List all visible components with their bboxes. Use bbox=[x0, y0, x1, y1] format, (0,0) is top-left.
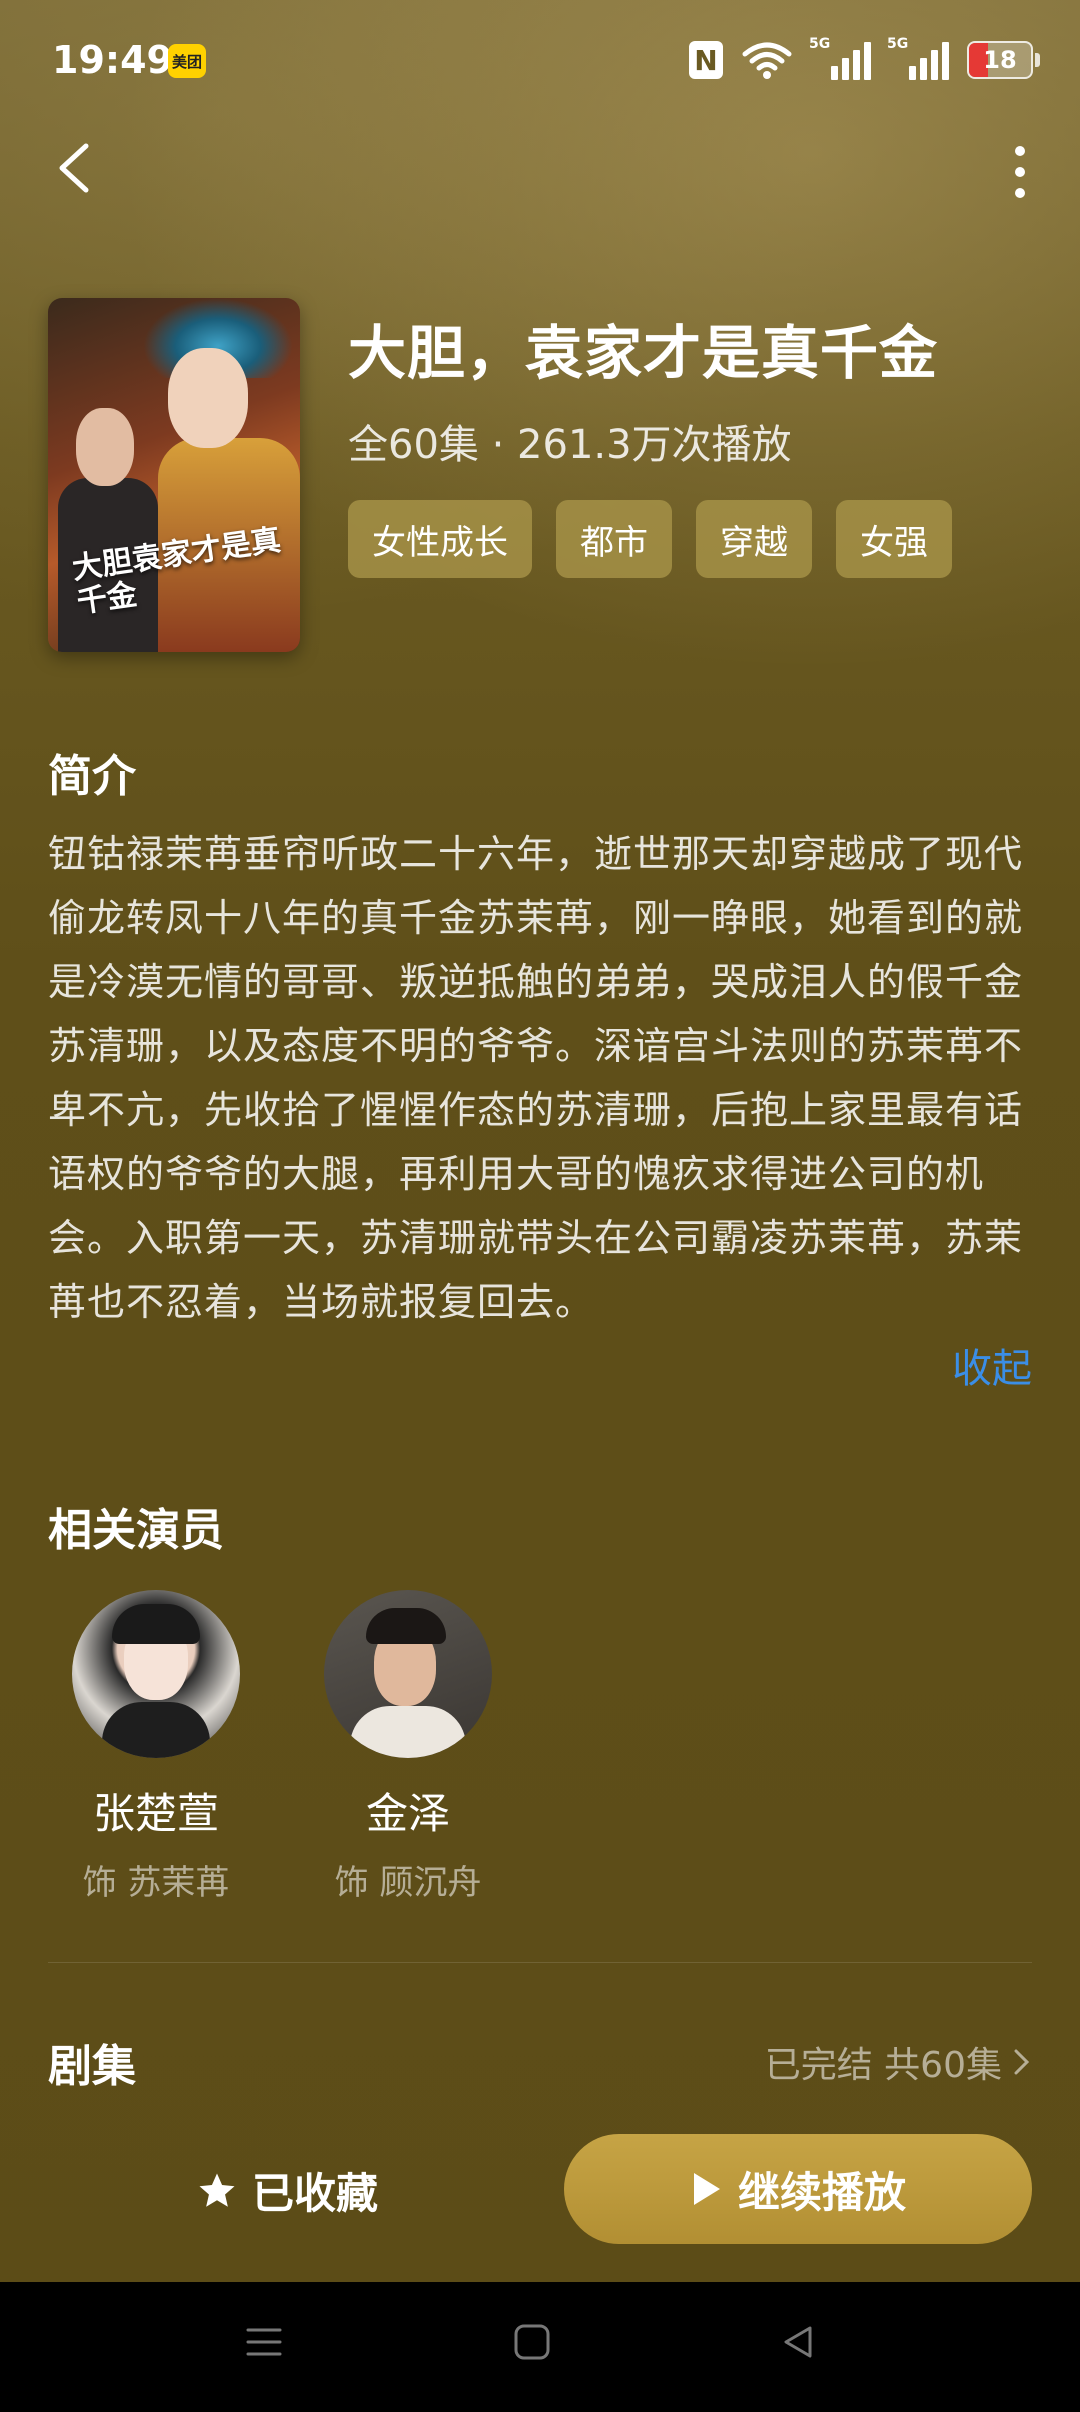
more-dot bbox=[1015, 188, 1025, 198]
tag-item[interactable]: 都市 bbox=[556, 500, 672, 578]
collapse-button[interactable]: 收起 bbox=[952, 1336, 1032, 1394]
status-bar: 19:49 美团 N 5G 5G 18 bbox=[0, 0, 1080, 120]
more-dot bbox=[1015, 167, 1025, 177]
signal-icon-1: 5G bbox=[809, 36, 871, 80]
episode-status-text: 已完结 共60集 bbox=[764, 2045, 1002, 2086]
more-options-button[interactable] bbox=[1000, 140, 1040, 204]
tag-list: 女性成长 都市 穿越 女强 bbox=[348, 500, 952, 578]
battery-icon: 18 bbox=[967, 41, 1033, 79]
actor-role: 饰 顾沉舟 bbox=[334, 1863, 482, 1903]
favorite-label: 已收藏 bbox=[252, 2169, 379, 2218]
favorite-button[interactable]: 已收藏 bbox=[196, 2160, 378, 2221]
nfc-icon: N bbox=[689, 41, 723, 79]
actor-role: 饰 苏茉苒 bbox=[82, 1863, 230, 1903]
meituan-app-icon: 美团 bbox=[168, 44, 206, 78]
drama-poster[interactable]: 大胆袁家才是真千金 bbox=[48, 298, 300, 652]
drama-meta: 全60集 · 261.3万次播放 bbox=[348, 422, 792, 468]
more-vertical-icon bbox=[1015, 146, 1025, 156]
drama-title: 大胆，袁家才是真千金 bbox=[348, 319, 939, 387]
actor-name: 张楚萱 bbox=[92, 1789, 219, 1838]
home-square-icon[interactable] bbox=[512, 2322, 552, 2362]
actor-card[interactable]: 张楚萱 饰 苏茉苒 bbox=[56, 1590, 256, 1904]
synopsis-heading: 简介 bbox=[48, 751, 136, 802]
avatar bbox=[72, 1590, 240, 1758]
synopsis-text: 钮钴禄茉苒垂帘听政二十六年，逝世那天却穿越成了现代偷龙转凤十八年的真千金苏茉苒，… bbox=[48, 832, 1024, 1324]
tag-item[interactable]: 穿越 bbox=[696, 500, 812, 578]
actor-name: 金泽 bbox=[365, 1789, 450, 1838]
system-nav-bar bbox=[0, 2282, 1080, 2412]
back-button[interactable] bbox=[50, 140, 106, 196]
chevron-left-icon bbox=[59, 143, 89, 193]
play-label: 继续播放 bbox=[737, 2167, 906, 2217]
signal-icon-2: 5G bbox=[887, 36, 949, 80]
tag-item[interactable]: 女性成长 bbox=[348, 500, 532, 578]
triangle-back-icon[interactable] bbox=[778, 2322, 818, 2362]
tag-item[interactable]: 女强 bbox=[836, 500, 952, 578]
avatar bbox=[324, 1590, 492, 1758]
episode-status-link[interactable]: 已完结 共60集 bbox=[765, 2036, 1032, 2088]
continue-play-button[interactable]: 继续播放 bbox=[564, 2134, 1032, 2244]
actor-card[interactable]: 金泽 饰 顾沉舟 bbox=[308, 1590, 508, 1904]
play-icon bbox=[693, 2173, 720, 2205]
wifi-icon bbox=[742, 42, 792, 79]
section-divider bbox=[48, 1962, 1032, 1963]
star-icon bbox=[199, 2173, 235, 2207]
battery-tip bbox=[1035, 53, 1040, 67]
status-time: 19:49 bbox=[52, 38, 173, 82]
episodes-heading: 剧集 bbox=[48, 2041, 136, 2092]
cast-heading: 相关演员 bbox=[48, 1505, 224, 1556]
menu-icon[interactable] bbox=[244, 2322, 284, 2362]
chevron-right-icon bbox=[1014, 2049, 1030, 2075]
